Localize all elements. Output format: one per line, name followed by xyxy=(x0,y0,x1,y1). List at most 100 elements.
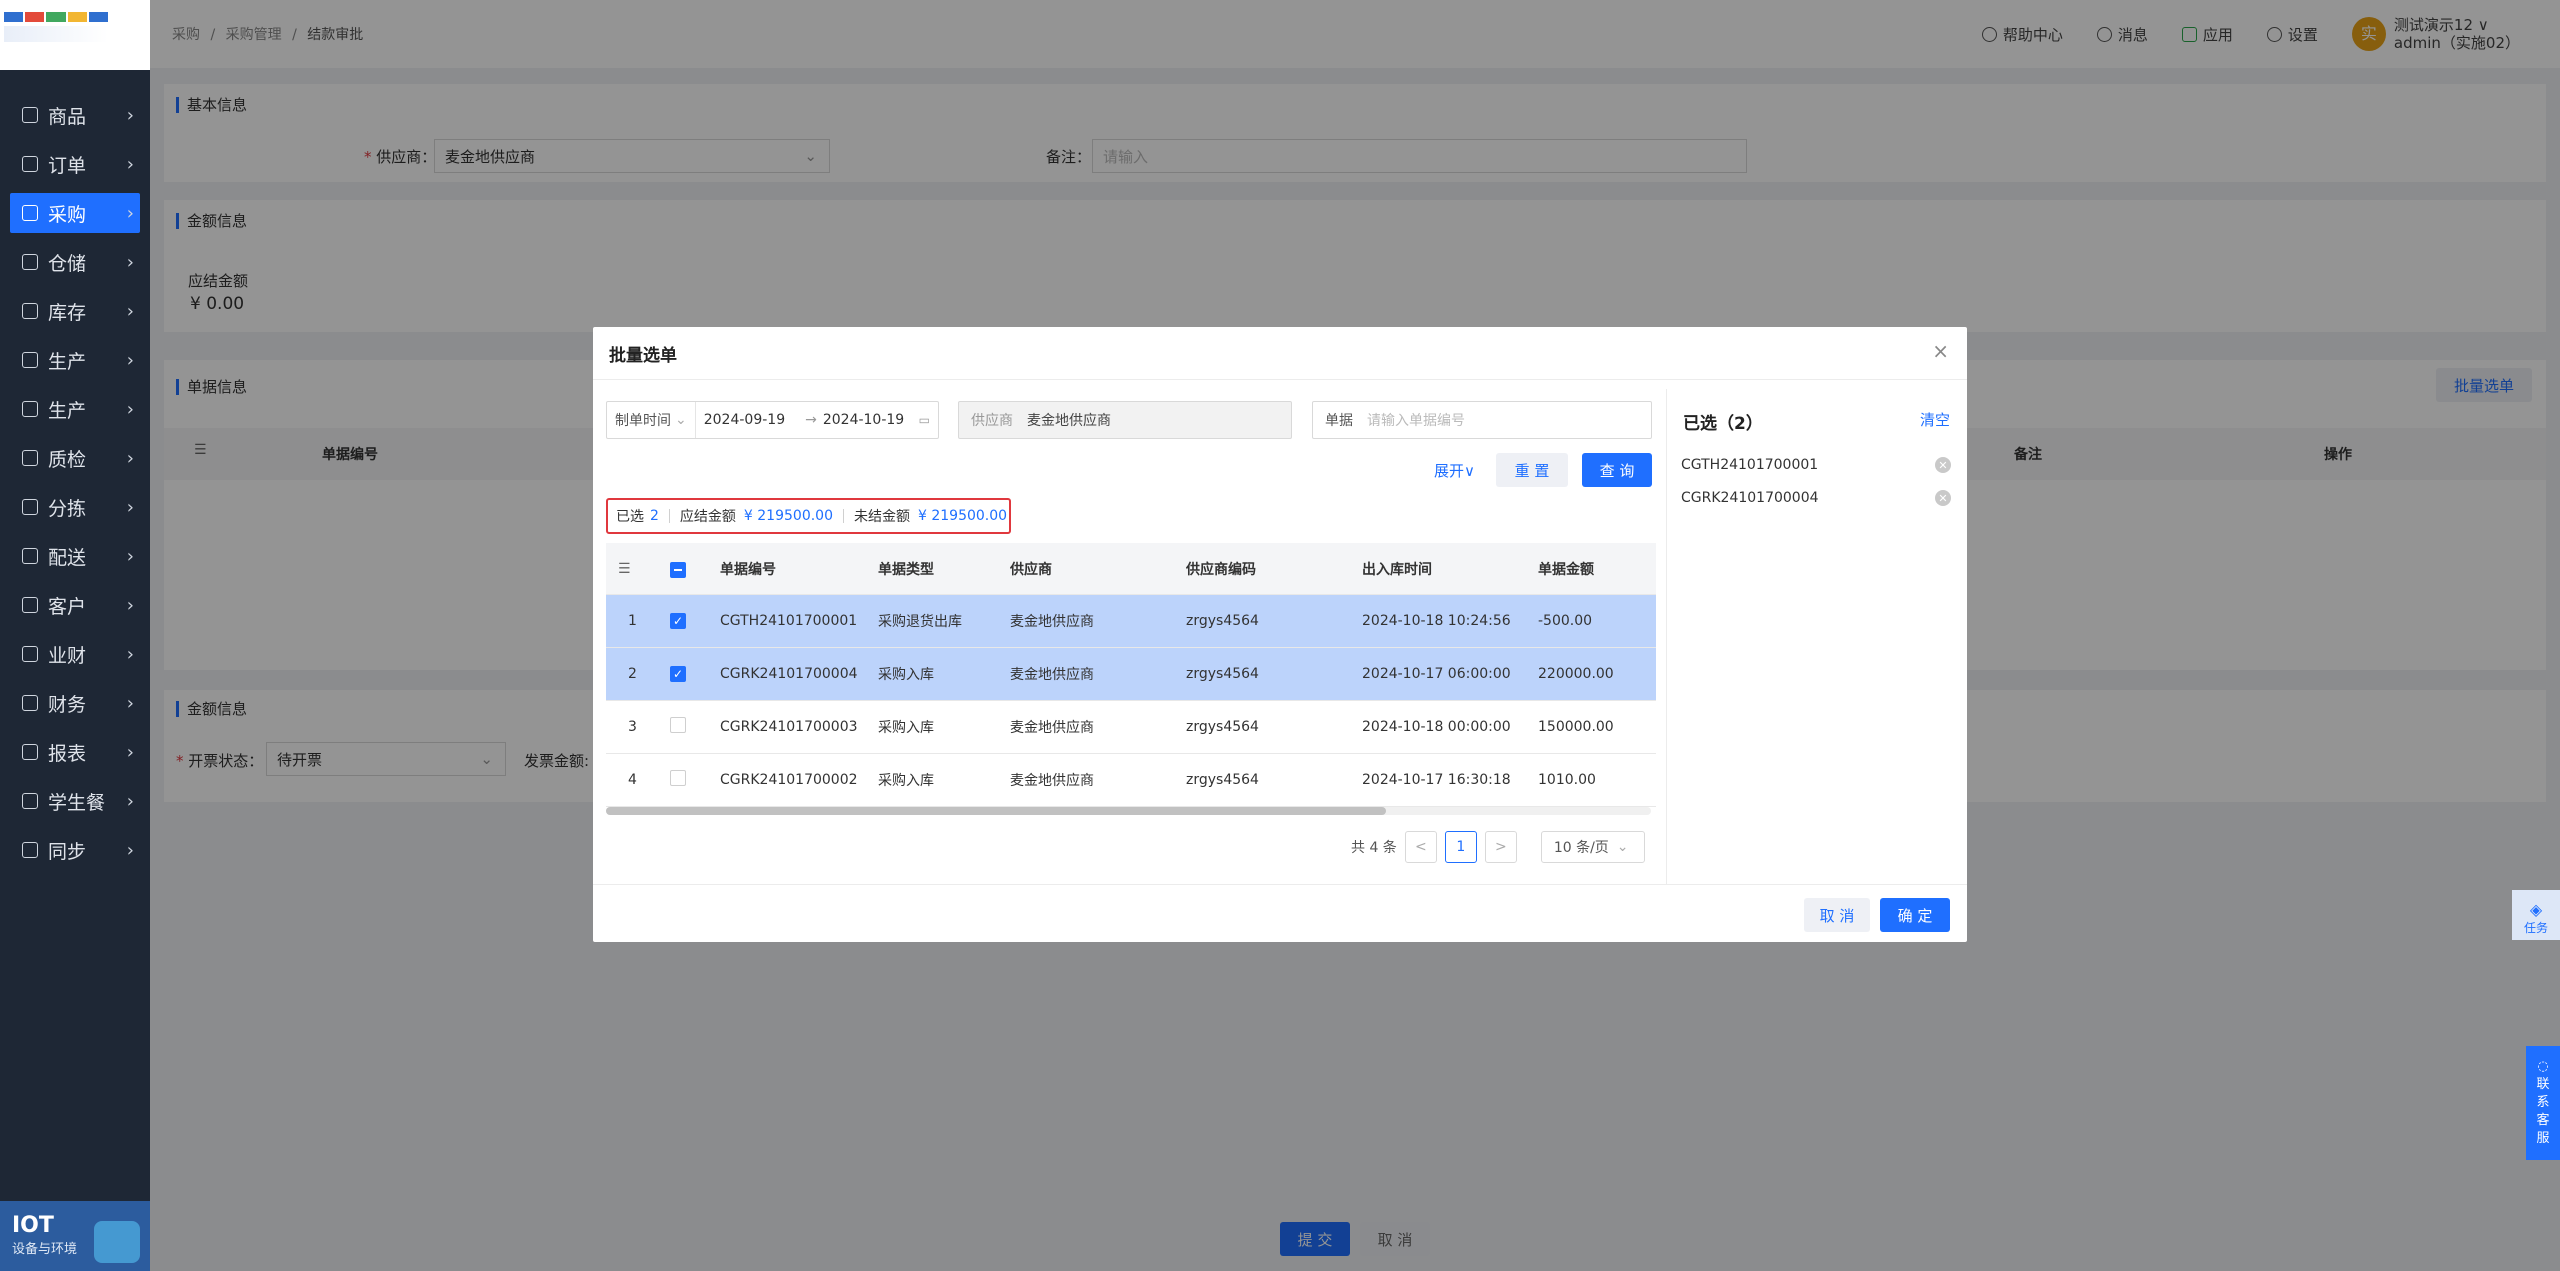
chevron-right-icon: › xyxy=(126,447,134,469)
cell-supplier-code: zrgys4564 xyxy=(1186,666,1259,682)
col-doc-no: 单据编号 xyxy=(720,561,776,578)
sidebar-item[interactable]: 学生餐 › xyxy=(10,781,140,821)
cell-time: 2024-10-17 16:30:18 xyxy=(1362,772,1511,788)
sidebar-item-label: 商品 xyxy=(48,105,87,128)
cell-amount: 150000.00 xyxy=(1538,719,1614,735)
horizontal-scrollbar[interactable] xyxy=(606,807,1651,815)
cell-supplier-code: zrgys4564 xyxy=(1186,772,1259,788)
reset-button[interactable]: 重 置 xyxy=(1496,453,1568,487)
cube-icon xyxy=(94,1221,140,1263)
inventory-icon xyxy=(22,303,38,319)
doc-filter-placeholder: 请输入单据编号 xyxy=(1367,413,1465,429)
warehouse-icon xyxy=(22,254,38,270)
unsettled-label: 未结金额 xyxy=(854,509,910,525)
cell-doc-type: 采购入库 xyxy=(878,720,934,736)
contact-char: 客 xyxy=(2536,1113,2550,1128)
modal-divider xyxy=(593,379,1967,380)
sidebar-item[interactable]: 商品 › xyxy=(10,95,140,135)
sidebar-item[interactable]: 质检 › xyxy=(10,438,140,478)
cell-time: 2024-10-17 06:00:00 xyxy=(1362,666,1511,682)
task-widget[interactable]: ◈ 任务 xyxy=(2512,890,2560,940)
query-button[interactable]: 查 询 xyxy=(1582,453,1652,487)
checkbox-icon xyxy=(670,770,686,786)
table-row[interactable]: 1 ✓ CGTH24101700001 采购退货出库 麦金地供应商 zrgys4… xyxy=(606,595,1656,648)
row-checkbox[interactable] xyxy=(658,717,708,737)
iot-banner[interactable]: IOT 设备与环境 xyxy=(0,1201,150,1271)
sidebar-item-label: 业财 xyxy=(48,644,87,667)
shield-icon xyxy=(22,450,38,466)
doc-no-filter[interactable]: 单据 请输入单据编号 xyxy=(1312,401,1652,439)
prev-page-button[interactable]: < xyxy=(1404,831,1437,863)
date-end-input[interactable]: 2024-10-19 xyxy=(823,412,904,428)
close-icon[interactable]: × xyxy=(1932,339,1949,363)
chevron-right-icon: › xyxy=(126,300,134,322)
chevron-down-icon: ⌄ xyxy=(1616,839,1629,855)
page-1-button[interactable]: 1 xyxy=(1444,831,1477,863)
col-amount: 单据金额 xyxy=(1538,561,1594,578)
checkbox-icon xyxy=(670,717,686,733)
table-row[interactable]: 4 CGRK24101700002 采购入库 麦金地供应商 zrgys4564 … xyxy=(606,754,1656,807)
supplier-filter-value: 麦金地供应商 xyxy=(1027,413,1111,429)
modal-footer-divider xyxy=(593,884,1967,885)
date-start-input[interactable]: 2024-09-19 xyxy=(704,412,785,428)
unsettled-value: ¥ 219500.00 xyxy=(918,508,1008,524)
col-supplier-code: 供应商编码 xyxy=(1186,561,1256,578)
sidebar: 商品 › 订单 › 采购 › 仓储 › 库存 › 生产 › 生产 › 质检 › 分拣 › 配送 › 客户 › 业财 › 财务 › 报… xyxy=(0,0,150,1271)
expand-toggle[interactable]: 展开∨ xyxy=(1434,460,1475,481)
cell-doc-no: CGTH24101700001 xyxy=(720,613,858,629)
cell-supplier-code: zrgys4564 xyxy=(1186,613,1259,629)
table-row[interactable]: 2 ✓ CGRK24101700004 采购入库 麦金地供应商 zrgys456… xyxy=(606,648,1656,701)
sidebar-item[interactable]: 同步 › xyxy=(10,830,140,870)
date-type-value: 制单时间 xyxy=(615,413,671,429)
calendar-icon[interactable]: ▭ xyxy=(919,413,930,427)
modal-confirm-button[interactable]: 确 定 xyxy=(1880,898,1950,932)
contact-service-widget[interactable]: ◌ 联 系 客 服 xyxy=(2526,1046,2560,1160)
col-time: 出入库时间 xyxy=(1362,561,1432,578)
row-index: 2 xyxy=(628,666,637,682)
doc-select-table: ☰ 单据编号 单据类型 供应商 供应商编码 出入库时间 单据金额 1 ✓ CGT… xyxy=(606,543,1656,807)
chevron-right-icon: › xyxy=(126,594,134,616)
chevron-down-icon: ⌄ xyxy=(675,412,687,428)
pagination: 共 4 条 < 1 > 10 条/页 ⌄ xyxy=(1351,830,1645,864)
date-type-select[interactable]: 制单时间 ⌄ xyxy=(607,402,696,438)
chevron-right-icon: › xyxy=(126,251,134,273)
sidebar-item[interactable]: 配送 › xyxy=(10,536,140,576)
factory-icon xyxy=(22,352,38,368)
sidebar-item[interactable]: 业财 › xyxy=(10,634,140,674)
modal-cancel-button[interactable]: 取 消 xyxy=(1804,898,1870,932)
select-all-checkbox[interactable] xyxy=(658,559,708,578)
remove-icon[interactable]: ✕ xyxy=(1935,490,1951,506)
row-checkbox[interactable]: ✓ xyxy=(658,613,708,629)
sidebar-item[interactable]: 财务 › xyxy=(10,683,140,723)
clear-all-link[interactable]: 清空 xyxy=(1920,409,1950,430)
row-checkbox[interactable]: ✓ xyxy=(658,666,708,682)
page-size-select[interactable]: 10 条/页 ⌄ xyxy=(1540,831,1645,863)
clipboard-icon xyxy=(22,156,38,172)
chevron-right-icon: › xyxy=(126,349,134,371)
logo xyxy=(0,0,150,70)
page-size-value: 10 条/页 xyxy=(1553,840,1609,856)
date-range-filter: 制单时间 ⌄ 2024-09-19 → 2024-10-19 ▭ xyxy=(606,401,939,439)
sidebar-item[interactable]: 仓储 › xyxy=(10,242,140,282)
sidebar-item[interactable]: 客户 › xyxy=(10,585,140,625)
sidebar-item[interactable]: 报表 › xyxy=(10,732,140,772)
cell-supplier: 麦金地供应商 xyxy=(1010,720,1094,736)
scrollbar-thumb[interactable] xyxy=(606,807,1386,815)
sidebar-item[interactable]: 库存 › xyxy=(10,291,140,331)
selected-panel-title: 已选（2） xyxy=(1683,414,1763,434)
next-page-button[interactable]: > xyxy=(1484,831,1517,863)
sidebar-item[interactable]: 采购 › xyxy=(10,193,140,233)
sidebar-item[interactable]: 生产 › xyxy=(10,340,140,380)
row-checkbox[interactable] xyxy=(658,770,708,790)
selected-item: CGRK24101700004 ✕ xyxy=(1681,490,1951,506)
sidebar-item-label: 生产 xyxy=(48,399,87,422)
column-settings-icon[interactable]: ☰ xyxy=(606,561,658,577)
sidebar-item[interactable]: 订单 › xyxy=(10,144,140,184)
sidebar-item[interactable]: 生产 › xyxy=(10,389,140,429)
sidebar-item[interactable]: 分拣 › xyxy=(10,487,140,527)
contact-char: 联 xyxy=(2536,1077,2550,1092)
table-row[interactable]: 3 CGRK24101700003 采购入库 麦金地供应商 zrgys4564 … xyxy=(606,701,1656,754)
cell-supplier: 麦金地供应商 xyxy=(1010,614,1094,630)
selected-item: CGTH24101700001 ✕ xyxy=(1681,457,1951,473)
remove-icon[interactable]: ✕ xyxy=(1935,457,1951,473)
